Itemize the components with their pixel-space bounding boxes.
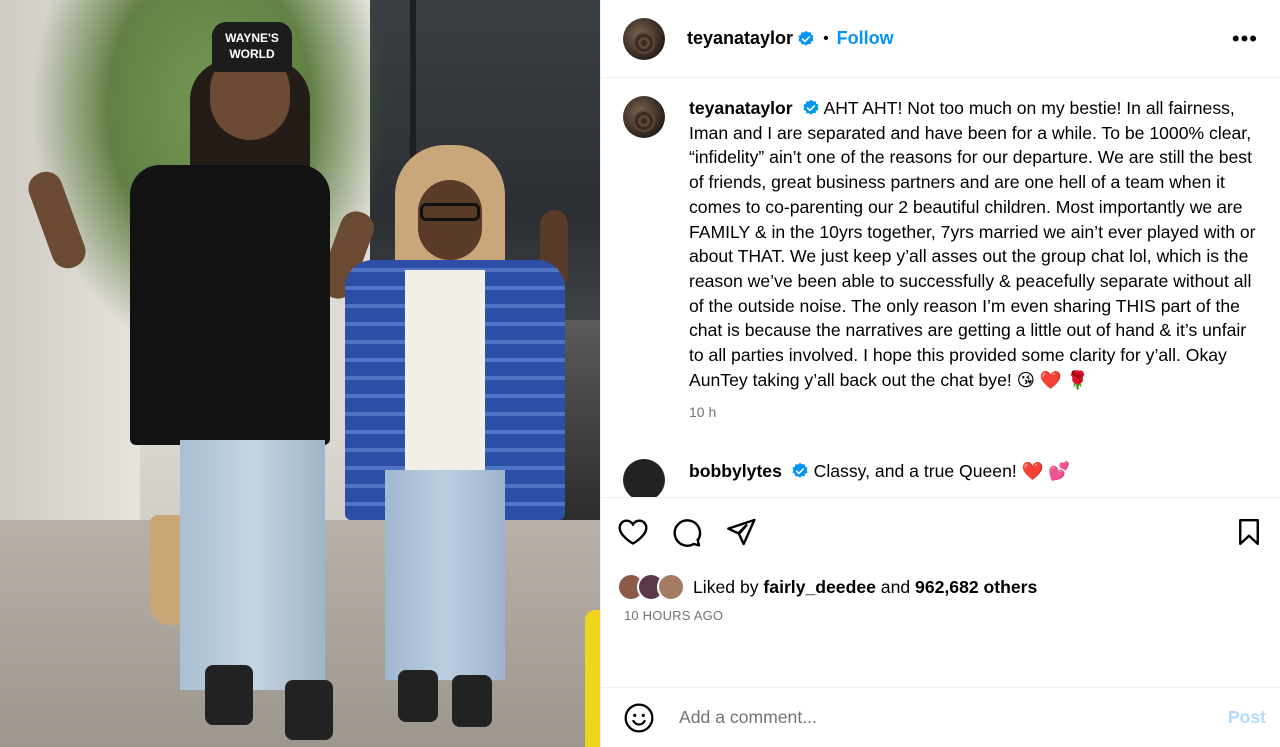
post-header: teyanataylor • Follow ••• [601, 0, 1280, 78]
likes-row: Liked by fairly_deedee and 962,682 other… [617, 572, 1264, 602]
verified-badge-icon [798, 30, 814, 46]
post-side-panel: teyanataylor • Follow ••• teyanataylor A… [600, 0, 1280, 747]
comment-text: Classy, and a true Queen! ❤️ 💕 [813, 461, 1071, 482]
photo-yellow-object [585, 610, 600, 747]
like-heart-icon[interactable] [617, 516, 649, 548]
comment-input[interactable] [677, 706, 1228, 729]
save-bookmark-icon[interactable] [1234, 517, 1264, 547]
caption-text: AHT AHT! Not too much on my bestie! In a… [689, 98, 1256, 390]
comment-verified-icon [792, 462, 808, 478]
add-comment-bar: Post [601, 687, 1280, 747]
author-avatar[interactable] [623, 17, 665, 60]
caption-avatar[interactable] [623, 96, 665, 138]
comment-body: bobbylytes Classy, and a true Queen! ❤️ … [689, 459, 1070, 483]
caption-username[interactable]: teyanataylor [689, 98, 793, 118]
caption-row: teyanataylor AHT AHT! Not too much on my… [623, 96, 1258, 425]
comment-username[interactable]: bobbylytes [689, 461, 782, 481]
emoji-icon[interactable] [623, 702, 655, 734]
caption-time[interactable]: 10 h [689, 400, 1258, 425]
comment-bubble-icon[interactable] [671, 516, 703, 548]
liker-avatars[interactable] [617, 573, 685, 601]
post-comment-button[interactable]: Post [1228, 707, 1266, 728]
likes-count[interactable]: 962,682 others [915, 577, 1037, 597]
caption-verified-icon [803, 99, 819, 115]
photo-hat-text: WAYNE'S WORLD [212, 22, 292, 72]
header-separator: • [823, 29, 829, 47]
post-photo[interactable]: WAYNE'S WORLD [0, 0, 600, 747]
post-timestamp[interactable]: 10 HOURS AGO [617, 608, 1264, 623]
likes-text[interactable]: Liked by fairly_deedee and 962,682 other… [693, 577, 1037, 598]
post-actions: Liked by fairly_deedee and 962,682 other… [601, 497, 1280, 687]
likes-user[interactable]: fairly_deedee [763, 577, 875, 597]
comment-row: bobbylytes Classy, and a true Queen! ❤️ … [623, 459, 1258, 497]
likes-prefix: Liked by [693, 576, 759, 597]
author-username[interactable]: teyanataylor [687, 28, 793, 49]
action-icons [617, 498, 1264, 566]
comment-avatar[interactable] [623, 459, 665, 497]
post-modal: WAYNE'S WORLD teyanataylor • Follow ••• … [0, 0, 1280, 747]
follow-button[interactable]: Follow [837, 28, 894, 49]
more-options-icon[interactable]: ••• [1232, 26, 1258, 52]
share-send-icon[interactable] [725, 516, 757, 548]
caption-body: teyanataylor AHT AHT! Not too much on my… [689, 96, 1258, 425]
comments-section[interactable]: teyanataylor AHT AHT! Not too much on my… [601, 78, 1280, 497]
likes-and: and [880, 576, 911, 597]
